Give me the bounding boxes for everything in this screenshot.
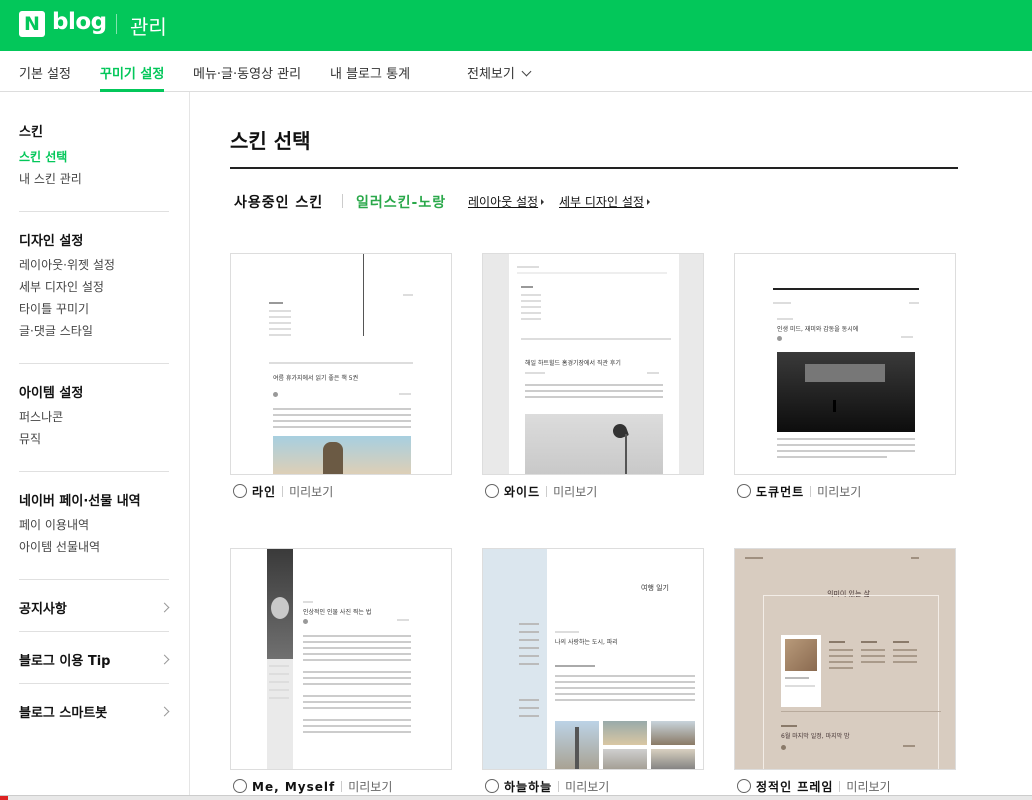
skin-thumb-line[interactable]: 여름 휴가지에서 읽기 좋은 책 5권 — [230, 253, 452, 475]
skin-name: 와이드 — [504, 485, 541, 499]
sidebar-item-post-style[interactable]: 글·댓글 스타일 — [19, 322, 93, 339]
sidebar-item-personacon[interactable]: 퍼스나콘 — [19, 408, 63, 425]
preview-link[interactable]: 미리보기 — [846, 780, 890, 794]
page-title: 스킨 선택 — [230, 129, 311, 153]
skin-name: 라인 — [252, 485, 277, 499]
current-skin-label: 사용중인 스킨 — [234, 195, 324, 211]
sidebar: 스킨 스킨 선택 내 스킨 관리 디자인 설정 레이아웃·위젯 설정 세부 디자… — [0, 92, 190, 800]
sidebar-item-skin-select[interactable]: 스킨 선택 — [19, 148, 67, 165]
menu-decoration-settings[interactable]: 꾸미기 설정 — [100, 63, 164, 82]
skin-thumb-document[interactable]: 인생 미드, 재미와 감동을 동시에 — [734, 253, 956, 475]
thumb-title: 나의 사랑하는 도시, 파리 — [555, 639, 618, 646]
sidebar-link-tip[interactable]: 블로그 이용 Tip — [19, 650, 110, 669]
title-divider — [230, 167, 958, 169]
skin-name: Me, Myself — [252, 780, 336, 794]
sidebar-group-design: 디자인 설정 — [19, 234, 84, 249]
arrow-right-icon — [541, 199, 545, 205]
preview-link[interactable]: 미리보기 — [817, 485, 861, 499]
skin-radio[interactable] — [485, 779, 499, 793]
skin-radio[interactable] — [737, 484, 751, 498]
skin-name: 하늘하늘 — [504, 780, 553, 794]
arrow-right-icon — [646, 199, 650, 205]
menu-basic-settings[interactable]: 기본 설정 — [19, 63, 71, 82]
detail-design-label: 세부 디자인 설정 — [559, 195, 644, 209]
sidebar-group-pay: 네이버 페이·선물 내역 — [19, 494, 141, 509]
thumb-title: 여름 휴가지에서 읽기 좋은 책 5권 — [273, 375, 359, 382]
layout-settings-link[interactable]: 레이아웃 설정 — [468, 193, 545, 210]
skin-radio[interactable] — [233, 779, 247, 793]
skin-radio[interactable] — [233, 484, 247, 498]
sidebar-group-skin: 스킨 — [19, 125, 43, 140]
scrollbar-thumb[interactable] — [0, 796, 8, 800]
thumb-title: 6월 마지막 일정, 마지막 밤 — [781, 733, 850, 740]
menu-blog-stats[interactable]: 내 블로그 통계 — [330, 63, 410, 82]
layout-settings-label: 레이아웃 설정 — [468, 195, 539, 209]
horizontal-scrollbar[interactable] — [0, 795, 1032, 800]
sidebar-divider — [19, 211, 169, 212]
preview-link[interactable]: 미리보기 — [553, 485, 597, 499]
blog-logo[interactable]: blog — [52, 9, 107, 35]
current-skin-name: 일러스킨-노랑 — [356, 195, 447, 211]
chevron-down-icon — [521, 66, 532, 77]
menu-content-management[interactable]: 메뉴·글·동영상 관리 — [193, 63, 301, 82]
naver-logo-icon[interactable]: N — [19, 11, 45, 37]
sidebar-item-layout-widget[interactable]: 레이아웃·위젯 설정 — [19, 256, 115, 273]
sidebar-group-item: 아이템 설정 — [19, 386, 84, 401]
skin-thumb-haneul[interactable]: 여행 일기 나의 사랑하는 도시, 파리 — [482, 548, 704, 770]
current-skin-divider — [342, 194, 343, 208]
skin-name: 정적인 프레임 — [756, 780, 834, 794]
sidebar-divider — [19, 579, 169, 580]
thumb-title: 해일 하트힐드 홈경기장에서 직관 후기 — [525, 360, 621, 367]
menu-view-all[interactable]: 전체보기 — [467, 63, 532, 82]
skin-radio[interactable] — [485, 484, 499, 498]
sidebar-item-music[interactable]: 뮤직 — [19, 430, 41, 447]
skin-thumb-static-frame[interactable]: 의미이 있는 삶 6월 마지막 일정, 마지막 밤 — [734, 548, 956, 770]
sidebar-item-title-decorate[interactable]: 타이틀 꾸미기 — [19, 300, 89, 317]
sidebar-divider — [19, 683, 169, 684]
thumb-heading: 여행 일기 — [641, 584, 669, 592]
header-divider — [116, 14, 117, 34]
preview-link[interactable]: 미리보기 — [348, 780, 392, 794]
sidebar-divider — [19, 471, 169, 472]
sidebar-item-detail-design[interactable]: 세부 디자인 설정 — [19, 278, 104, 295]
top-bar: N blog 관리 — [0, 0, 1032, 51]
preview-link[interactable]: 미리보기 — [565, 780, 609, 794]
main-menu: 기본 설정 꾸미기 설정 메뉴·글·동영상 관리 내 블로그 통계 전체보기 — [0, 51, 1032, 92]
sidebar-item-my-skin[interactable]: 내 스킨 관리 — [19, 170, 82, 187]
preview-link[interactable]: 미리보기 — [289, 485, 333, 499]
chevron-right-icon — [159, 706, 170, 717]
sidebar-item-pay-history[interactable]: 페이 이용내역 — [19, 516, 89, 533]
sidebar-divider — [19, 363, 169, 364]
sidebar-divider — [19, 631, 169, 632]
skin-radio[interactable] — [737, 779, 751, 793]
sidebar-link-smartbot[interactable]: 블로그 스마트봇 — [19, 702, 107, 721]
skin-thumb-me-myself[interactable]: 인상적인 인물 사진 찍는 법 — [230, 548, 452, 770]
menu-view-all-label: 전체보기 — [467, 67, 515, 82]
sidebar-item-gift-history[interactable]: 아이템 선물내역 — [19, 538, 100, 555]
detail-design-link[interactable]: 세부 디자인 설정 — [559, 193, 650, 210]
thumb-title: 인생 미드, 재미와 감동을 동시에 — [777, 326, 859, 333]
sidebar-link-notice[interactable]: 공지사항 — [19, 598, 67, 617]
skin-thumb-wide[interactable]: 해일 하트힐드 홈경기장에서 직관 후기 — [482, 253, 704, 475]
chevron-right-icon — [159, 654, 170, 665]
thumb-title: 인상적인 인물 사진 찍는 법 — [303, 609, 372, 616]
chevron-right-icon — [159, 602, 170, 613]
skin-name: 도큐먼트 — [756, 485, 805, 499]
section-title[interactable]: 관리 — [130, 11, 167, 40]
